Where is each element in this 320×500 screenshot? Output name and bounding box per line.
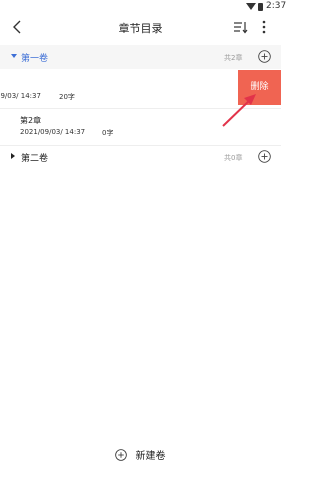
chapter-word-count: 20字: [59, 93, 75, 101]
new-volume-button[interactable]: 新建卷: [0, 444, 281, 462]
more-vertical-icon[interactable]: [258, 17, 270, 37]
add-chapter-icon[interactable]: [258, 50, 271, 63]
wifi-icon: [246, 3, 256, 10]
chapter-word-count: 0字: [102, 129, 114, 137]
app-bar: 章节目录: [0, 14, 281, 42]
volume-chapter-count: 共2章: [224, 54, 243, 62]
pointer-arrow-icon: [222, 94, 256, 127]
status-bar: 2:37: [0, 0, 286, 14]
chapter-date: 2021/09/03/ 14:37: [20, 128, 86, 136]
volume-title: 第二卷: [21, 154, 49, 164]
battery-icon: [258, 3, 263, 11]
chapter-date: 09/03/ 14:37: [0, 92, 41, 100]
volume-row-1[interactable]: 第一卷 共2章: [0, 45, 281, 69]
caret-right-icon: [11, 153, 15, 159]
add-chapter-icon[interactable]: [258, 150, 271, 163]
new-volume-label: 新建卷: [135, 451, 166, 462]
sort-icon[interactable]: [232, 19, 248, 35]
volume-title: 第一卷: [21, 54, 49, 64]
chapter-title: 第2章: [20, 116, 42, 125]
volume-row-2[interactable]: 第二卷 共0章: [0, 145, 281, 169]
caret-down-icon: [11, 54, 17, 58]
status-time: 2:37: [266, 1, 287, 11]
volume-chapter-count: 共0章: [224, 154, 243, 162]
add-circle-icon: [115, 448, 128, 461]
